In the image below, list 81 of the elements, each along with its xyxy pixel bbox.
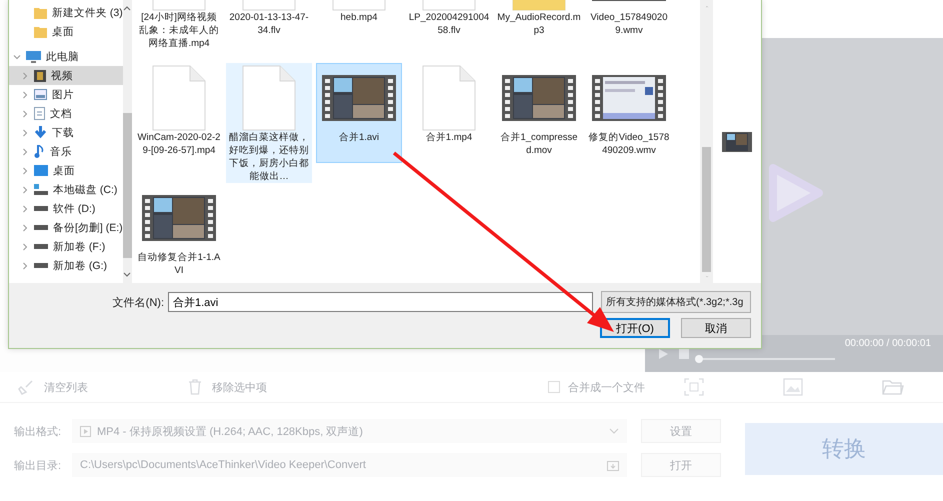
chevron-icon[interactable]	[21, 166, 29, 174]
folder-icon[interactable]	[607, 460, 619, 470]
nav-item[interactable]: 桌面	[9, 22, 123, 41]
nav-item[interactable]: 下载	[9, 123, 123, 142]
nav-item[interactable]: 新加卷 (G:)	[9, 256, 123, 275]
chevron-icon[interactable]	[21, 148, 29, 156]
video-preview-icon	[722, 132, 752, 152]
chevron-icon[interactable]	[21, 186, 29, 194]
file-item[interactable]: 合并1.mp4	[406, 63, 492, 183]
nav-item[interactable]: 音乐	[9, 142, 123, 161]
chevron-icon[interactable]	[21, 262, 29, 270]
file-item[interactable]: LP_20200429100458.flv	[406, 0, 492, 63]
file-item[interactable]: 合并1.avi	[316, 63, 402, 163]
nav-item[interactable]: 新加卷 (F:)	[9, 237, 123, 256]
file-item[interactable]: 合并1_compressed.mov	[496, 63, 582, 183]
output-folder-label: 输出目录:	[14, 458, 62, 472]
chevron-icon[interactable]	[21, 224, 29, 232]
cancel-button[interactable]: 取消	[681, 318, 751, 338]
file-name-field[interactable]: 合并1.avi	[168, 292, 593, 312]
drive-icon	[34, 225, 48, 230]
nav-item[interactable]: 图片	[9, 85, 123, 104]
chevron-icon[interactable]	[21, 128, 29, 136]
film-icon	[34, 70, 46, 82]
file-item[interactable]: 自动修复合并1-1.AVI	[136, 183, 222, 283]
file-name-label: 文件名(N):	[112, 296, 164, 310]
video-thumbnail-icon	[502, 75, 576, 121]
video-format-icon	[80, 426, 91, 436]
file-item[interactable]: 2020-01-13-13-47-34.flv	[226, 0, 312, 63]
computer-icon	[26, 50, 41, 62]
nav-item[interactable]: 备份[勿删] (E:)	[9, 218, 123, 237]
scroll-up-icon[interactable]	[123, 6, 132, 11]
scroll-down-icon[interactable]	[123, 272, 132, 277]
nav-item[interactable]: 软件 (D:)	[9, 199, 123, 218]
stop-icon[interactable]	[679, 348, 689, 358]
file-type-dropdown[interactable]: 所有支持的媒体格式(*.3g2;*.3g	[601, 291, 751, 313]
chevron-icon[interactable]	[13, 52, 21, 60]
file-item[interactable]: WinCam-2020-02-29-[09-26-57].mp4	[136, 63, 222, 183]
nav-item[interactable]: 此电脑	[9, 47, 123, 66]
nav-item[interactable]: 桌面	[9, 161, 123, 180]
drive-icon	[34, 244, 48, 249]
nav-item[interactable]: 文档	[9, 104, 123, 123]
picture-icon	[34, 89, 47, 100]
open-button[interactable]: 打开(O)	[600, 318, 670, 338]
file-item[interactable]: Video_1578490209.wmv	[586, 0, 672, 63]
chevron-icon[interactable]	[21, 204, 29, 212]
nav-item[interactable]: 本地磁盘 (C:)	[9, 180, 123, 199]
blank-file-icon	[422, 65, 476, 131]
music-note-icon	[34, 145, 45, 158]
nav-item[interactable]: 视频	[9, 66, 123, 85]
scrollbar-thumb[interactable]	[122, 113, 132, 258]
nav-item[interactable]: 新建文件夹 (3)	[9, 3, 123, 22]
video-thumbnail-icon	[592, 75, 666, 121]
drive-icon	[34, 184, 48, 195]
down-arrow-icon	[34, 126, 47, 139]
document-icon	[34, 107, 45, 120]
time-display: 00:00:00 / 00:00:01	[844, 338, 931, 349]
file-item[interactable]: 醋溜白菜这样做，好吃到爆，还特别下饭，厨房小白都能做出…	[226, 63, 312, 183]
folder-icon[interactable]	[882, 378, 904, 396]
blank-file-icon	[152, 65, 206, 131]
scrollbar-thumb[interactable]	[702, 146, 711, 272]
trash-icon	[188, 379, 202, 395]
chevron-icon[interactable]	[21, 90, 29, 98]
chevron-icon[interactable]	[21, 72, 29, 80]
seek-slider-knob[interactable]	[695, 354, 703, 362]
folder-icon	[34, 26, 47, 38]
file-item[interactable]: heb.mp4	[316, 0, 402, 63]
chevron-icon[interactable]	[21, 242, 29, 250]
video-thumbnail-icon	[322, 75, 396, 121]
desktop-icon	[34, 165, 48, 176]
folder-icon	[34, 6, 47, 18]
drive-icon	[34, 263, 48, 268]
drive-icon	[34, 206, 48, 211]
file-item[interactable]: 修复的Video_1578490209.wmv	[586, 63, 672, 183]
output-format-label: 输出格式:	[14, 424, 62, 438]
broom-icon	[18, 379, 34, 395]
blank-file-icon	[242, 65, 296, 131]
file-item[interactable]: My_AudioRecord.mp3	[496, 0, 582, 63]
video-thumbnail-icon	[142, 195, 216, 241]
chevron-down-icon	[609, 428, 619, 434]
file-item[interactable]: [24小时]网络视频乱象：未成年人的网络直播.mp4	[136, 0, 222, 63]
chevron-icon[interactable]	[21, 110, 29, 118]
